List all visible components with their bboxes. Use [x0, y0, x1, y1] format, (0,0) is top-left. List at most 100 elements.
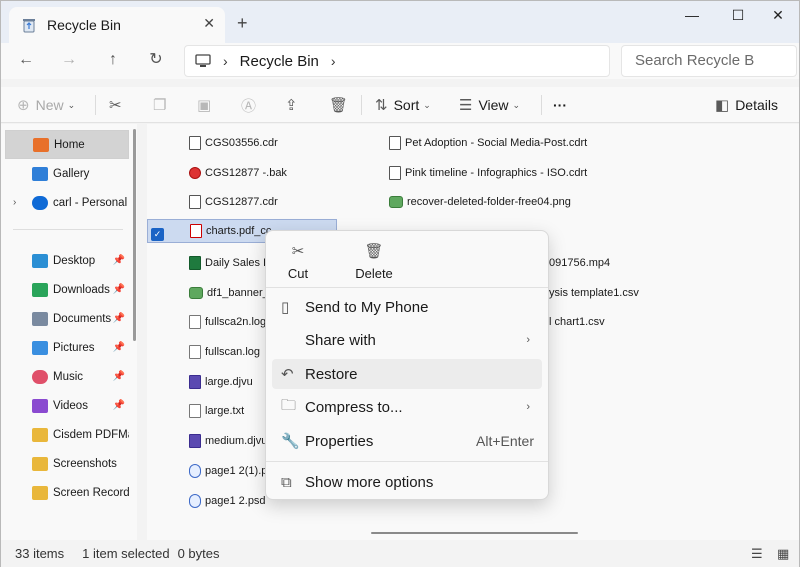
rename-icon: Ⓐ: [241, 97, 257, 115]
sort-button[interactable]: ⇅ Sort ⌄: [375, 93, 431, 117]
selection-count: 1 item selected: [82, 546, 170, 561]
view-icon: ☰: [459, 97, 473, 114]
list-item[interactable]: fullsca2n.log: [189, 310, 269, 334]
back-button[interactable]: ←: [13, 49, 39, 73]
list-item[interactable]: Pet Adoption - Social Media-Post.cdrt: [389, 131, 629, 155]
sidebar-item-cisdem[interactable]: Cisdem PDFMas: [5, 420, 129, 449]
image-file-icon: [389, 196, 403, 208]
list-item[interactable]: ysis template1.csv: [549, 281, 649, 305]
minimize-button[interactable]: —: [669, 5, 715, 27]
cut-icon: ✂: [291, 243, 305, 260]
pin-icon[interactable]: 📌: [113, 255, 125, 266]
navigation-pane: Home Gallery › carl - Personal Desktop 📌…: [1, 124, 137, 540]
horizontal-scrollbar[interactable]: [371, 532, 578, 534]
list-item[interactable]: CGS12877 -.bak: [189, 161, 339, 185]
shortcut-label: Alt+Enter: [476, 433, 534, 449]
list-item[interactable]: Daily Sales R: [189, 251, 269, 275]
chevron-down-icon: ⌄: [67, 99, 76, 110]
pin-icon[interactable]: 📌: [113, 284, 125, 295]
new-button[interactable]: ⊕ New ⌄: [17, 93, 75, 117]
refresh-button[interactable]: ↻: [143, 49, 169, 73]
sidebar-scrollbar[interactable]: [133, 129, 136, 341]
see-more-button[interactable]: ···: [553, 93, 567, 117]
this-pc-icon: [195, 54, 211, 67]
close-button[interactable]: ✕: [755, 5, 800, 27]
copy-button[interactable]: ❐: [153, 93, 172, 117]
gallery-icon: [32, 166, 48, 181]
sidebar-item-label: Screen Recordin: [53, 486, 129, 499]
pin-icon[interactable]: 📌: [113, 313, 125, 324]
file-name: page1 2(1).ps: [205, 465, 267, 477]
menu-item-compress-to[interactable]: 🗀 Compress to... ›: [272, 392, 542, 422]
search-input[interactable]: Search Recycle B: [621, 45, 797, 77]
trash-icon: 🗑: [329, 97, 349, 114]
sidebar-item-screenshots[interactable]: Screenshots: [5, 449, 129, 478]
context-cut-button[interactable]: ✂ Cut: [266, 239, 330, 281]
context-delete-button[interactable]: 🗑 Delete: [342, 239, 406, 281]
sidebar-item-home[interactable]: Home: [5, 130, 129, 159]
sidebar-item-downloads[interactable]: Downloads 📌: [5, 275, 129, 304]
list-item[interactable]: page1 2(1).ps: [189, 459, 267, 483]
menu-item-label: Show more options: [305, 473, 434, 491]
list-item[interactable]: 091756.mp4: [549, 251, 639, 275]
item-count: 33 items: [15, 546, 65, 561]
sidebar-item-videos[interactable]: Videos 📌: [5, 391, 129, 420]
list-item[interactable]: df1_banner_v: [189, 281, 269, 305]
delete-button[interactable]: 🗑: [329, 93, 354, 117]
file-name: fullscan.log: [205, 346, 261, 358]
view-label: View: [478, 97, 509, 113]
list-item[interactable]: fullscan.log: [189, 340, 269, 364]
list-item[interactable]: recover-deleted-folder-free04.png: [389, 190, 629, 214]
menu-divider: [266, 461, 548, 462]
details-view-icon[interactable]: ☰: [751, 546, 763, 562]
file-name: Daily Sales R: [205, 257, 269, 269]
list-item[interactable]: page1 2.psd: [189, 489, 269, 513]
up-button[interactable]: ↑: [100, 49, 126, 73]
list-item[interactable]: CGS12877.cdr: [189, 190, 339, 214]
list-item[interactable]: Pink timeline - Infographics - ISO.cdrt: [389, 161, 629, 185]
details-button[interactable]: ◧ Details: [715, 93, 778, 117]
sidebar-item-onedrive[interactable]: carl - Personal: [5, 188, 129, 217]
view-button[interactable]: ☰ View ⌄: [459, 93, 520, 117]
breadcrumb-separator[interactable]: ›: [223, 53, 228, 69]
sidebar-item-gallery[interactable]: Gallery: [5, 159, 129, 188]
toolbar-divider: [361, 95, 362, 115]
pin-icon[interactable]: 📌: [113, 371, 125, 382]
list-item[interactable]: large.djvu: [189, 370, 269, 394]
selection-checkbox[interactable]: ✓: [151, 228, 164, 241]
sidebar-item-desktop[interactable]: Desktop 📌: [5, 246, 129, 275]
more-options-icon: ⧉: [281, 473, 292, 491]
paste-button[interactable]: ▣: [197, 93, 217, 117]
list-item[interactable]: large.txt: [189, 399, 269, 423]
tab-recycle-bin[interactable]: Recycle Bin ✕: [9, 7, 225, 43]
context-menu: ✂ Cut 🗑 Delete ▯ Send to My Phone Share …: [265, 230, 549, 500]
list-item[interactable]: l chart1.csv: [549, 310, 629, 334]
breadcrumb-recycle-bin[interactable]: Recycle Bin: [240, 53, 319, 70]
menu-item-properties[interactable]: 🔧 Properties Alt+Enter: [272, 426, 542, 456]
new-tab-button[interactable]: +: [237, 13, 248, 34]
cut-button[interactable]: ✂: [109, 93, 128, 117]
breadcrumb-separator[interactable]: ›: [331, 53, 336, 69]
menu-item-share-with[interactable]: Share with ›: [272, 325, 542, 355]
sidebar-item-music[interactable]: Music 📌: [5, 362, 129, 391]
folder-icon: [32, 485, 48, 500]
tab-close-icon[interactable]: ✕: [203, 15, 215, 32]
copy-icon: ❐: [153, 97, 167, 114]
menu-item-restore[interactable]: ↶ Restore: [272, 359, 542, 389]
selection-size: 0 bytes: [177, 546, 220, 561]
address-bar[interactable]: › Recycle Bin ›: [184, 45, 610, 77]
tiles-view-icon[interactable]: ▦: [777, 546, 789, 562]
menu-item-send-to-phone[interactable]: ▯ Send to My Phone: [272, 292, 542, 322]
sidebar-item-screen-recordings[interactable]: Screen Recordin: [5, 478, 129, 507]
share-button[interactable]: ⇪: [285, 93, 304, 117]
rename-button[interactable]: Ⓐ: [241, 93, 262, 117]
sidebar-item-pictures[interactable]: Pictures 📌: [5, 333, 129, 362]
list-item[interactable]: CGS03556.cdr: [189, 131, 339, 155]
list-item[interactable]: medium.djvu: [189, 429, 269, 453]
menu-item-show-more-options[interactable]: ⧉ Show more options: [272, 467, 542, 497]
sidebar-item-documents[interactable]: Documents 📌: [5, 304, 129, 333]
command-bar: ⊕ New ⌄ ✂ ❐ ▣ Ⓐ ⇪ 🗑 ⇅ Sort ⌄ ☰ View ⌄ ··…: [1, 87, 799, 123]
pin-icon[interactable]: 📌: [113, 342, 125, 353]
pin-icon[interactable]: 📌: [113, 400, 125, 411]
forward-button[interactable]: →: [56, 49, 82, 73]
